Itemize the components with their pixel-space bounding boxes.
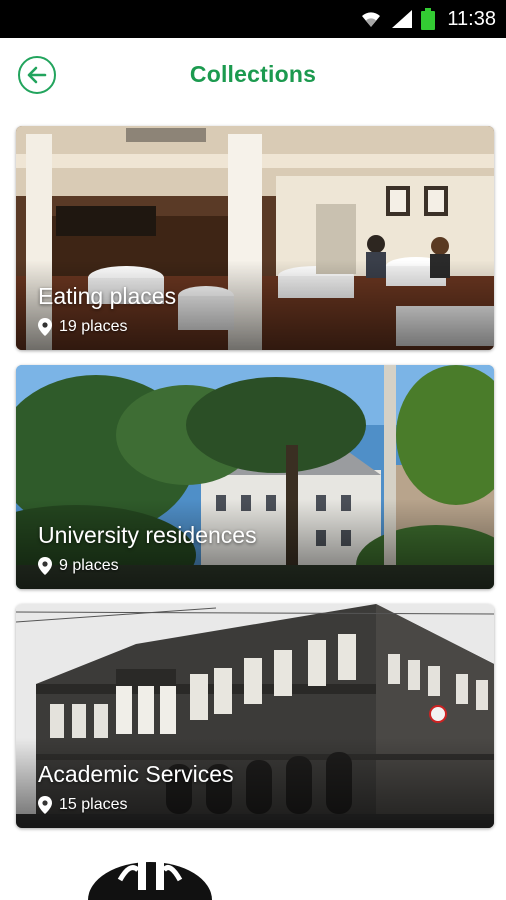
wifi-icon <box>359 9 383 29</box>
location-pin-icon <box>38 557 52 575</box>
location-pin-icon <box>38 318 52 336</box>
collection-title: University residences <box>38 522 257 548</box>
partial-collection-logo <box>88 850 212 900</box>
status-time: 11:38 <box>447 7 496 30</box>
battery-icon <box>421 8 436 30</box>
collection-count-label: 15 places <box>59 796 128 813</box>
app-bar: Collections <box>0 38 506 110</box>
location-pin-icon <box>38 796 52 814</box>
collection-count-label: 9 places <box>59 557 119 574</box>
arrow-left-icon <box>27 66 47 84</box>
collection-title: Academic Services <box>38 761 234 787</box>
collection-count: 19 places <box>38 318 128 336</box>
collection-card-academic-services[interactable]: Academic Services 15 places <box>16 604 494 828</box>
collection-card-eating-places[interactable]: Eating places 19 places <box>16 126 494 350</box>
collection-count: 15 places <box>38 796 128 814</box>
status-bar: 11:38 <box>0 0 506 38</box>
collection-count: 9 places <box>38 557 119 575</box>
collection-title: Eating places <box>38 283 177 309</box>
back-button[interactable] <box>18 56 56 94</box>
collection-count-label: 19 places <box>59 318 128 335</box>
page-title: Collections <box>189 60 317 87</box>
signal-icon <box>391 9 413 29</box>
collection-card-university-residences[interactable]: University residences 9 places <box>16 365 494 589</box>
